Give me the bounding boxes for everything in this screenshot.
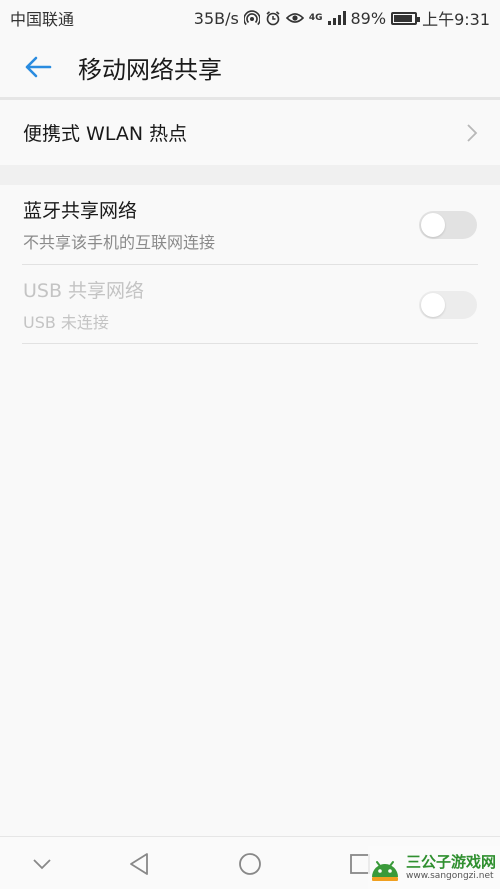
switch-knob (421, 292, 445, 317)
page-title: 移动网络共享 (78, 55, 222, 84)
nav-home-button[interactable] (235, 849, 265, 879)
bluetooth-tethering-title: 蓝牙共享网络 (23, 200, 138, 222)
status-bar: 中国联通 35B/s 4G 89% 上午9:31 (0, 0, 500, 36)
switch-knob (421, 212, 445, 237)
back-button[interactable] (18, 47, 58, 87)
watermark-url: www.sangongzi.net (406, 871, 494, 881)
alarm-icon (265, 10, 281, 26)
hotspot-icon (243, 10, 260, 26)
wlan-hotspot-label: 便携式 WLAN 热点 (23, 123, 188, 145)
watermark-text: 三公子游戏网 www.sangongzi.net (406, 853, 496, 882)
arrow-left-icon (25, 56, 52, 78)
signal-icon (327, 11, 346, 25)
carrier-label: 中国联通 (10, 10, 75, 29)
site-watermark: 三公子游戏网 www.sangongzi.net (368, 846, 500, 889)
network-type: 4G (308, 13, 323, 23)
wlan-hotspot-row[interactable]: 便携式 WLAN 热点 (0, 100, 500, 165)
net-speed: 35B/s (193, 8, 239, 28)
nav-back-button[interactable] (124, 849, 154, 879)
bluetooth-tethering-row[interactable]: 蓝牙共享网络 不共享该手机的互联网连接 (0, 185, 500, 264)
eye-icon (285, 11, 304, 25)
home-circle-icon (239, 853, 261, 875)
chevron-right-icon (467, 123, 478, 142)
watermark-title: 三公子游戏网 (406, 853, 497, 871)
usb-tethering-switch (419, 290, 477, 319)
action-bar: 移动网络共享 (0, 36, 500, 98)
battery-percent: 89% (350, 8, 387, 28)
usb-tethering-text: USB 共享网络 USB 未连接 (23, 276, 144, 333)
usb-tethering-row: USB 共享网络 USB 未连接 (0, 265, 500, 344)
section-separator (0, 165, 500, 185)
row-divider (22, 343, 478, 344)
battery-icon (391, 11, 421, 25)
back-triangle-icon (130, 853, 148, 875)
status-icons: 35B/s 4G 89% 上午9:31 (194, 6, 490, 30)
chevron-down-icon (33, 859, 51, 870)
nav-hide-button[interactable] (27, 849, 57, 879)
bluetooth-tethering-text: 蓝牙共享网络 不共享该手机的互联网连接 (23, 196, 215, 253)
usb-tethering-subtitle: USB 未连接 (23, 313, 109, 332)
clock: 上午9:31 (422, 10, 490, 29)
bluetooth-tethering-switch[interactable] (419, 210, 477, 239)
usb-tethering-title: USB 共享网络 (23, 280, 145, 302)
android-logo-icon (372, 860, 398, 881)
bluetooth-tethering-subtitle: 不共享该手机的互联网连接 (23, 233, 216, 252)
